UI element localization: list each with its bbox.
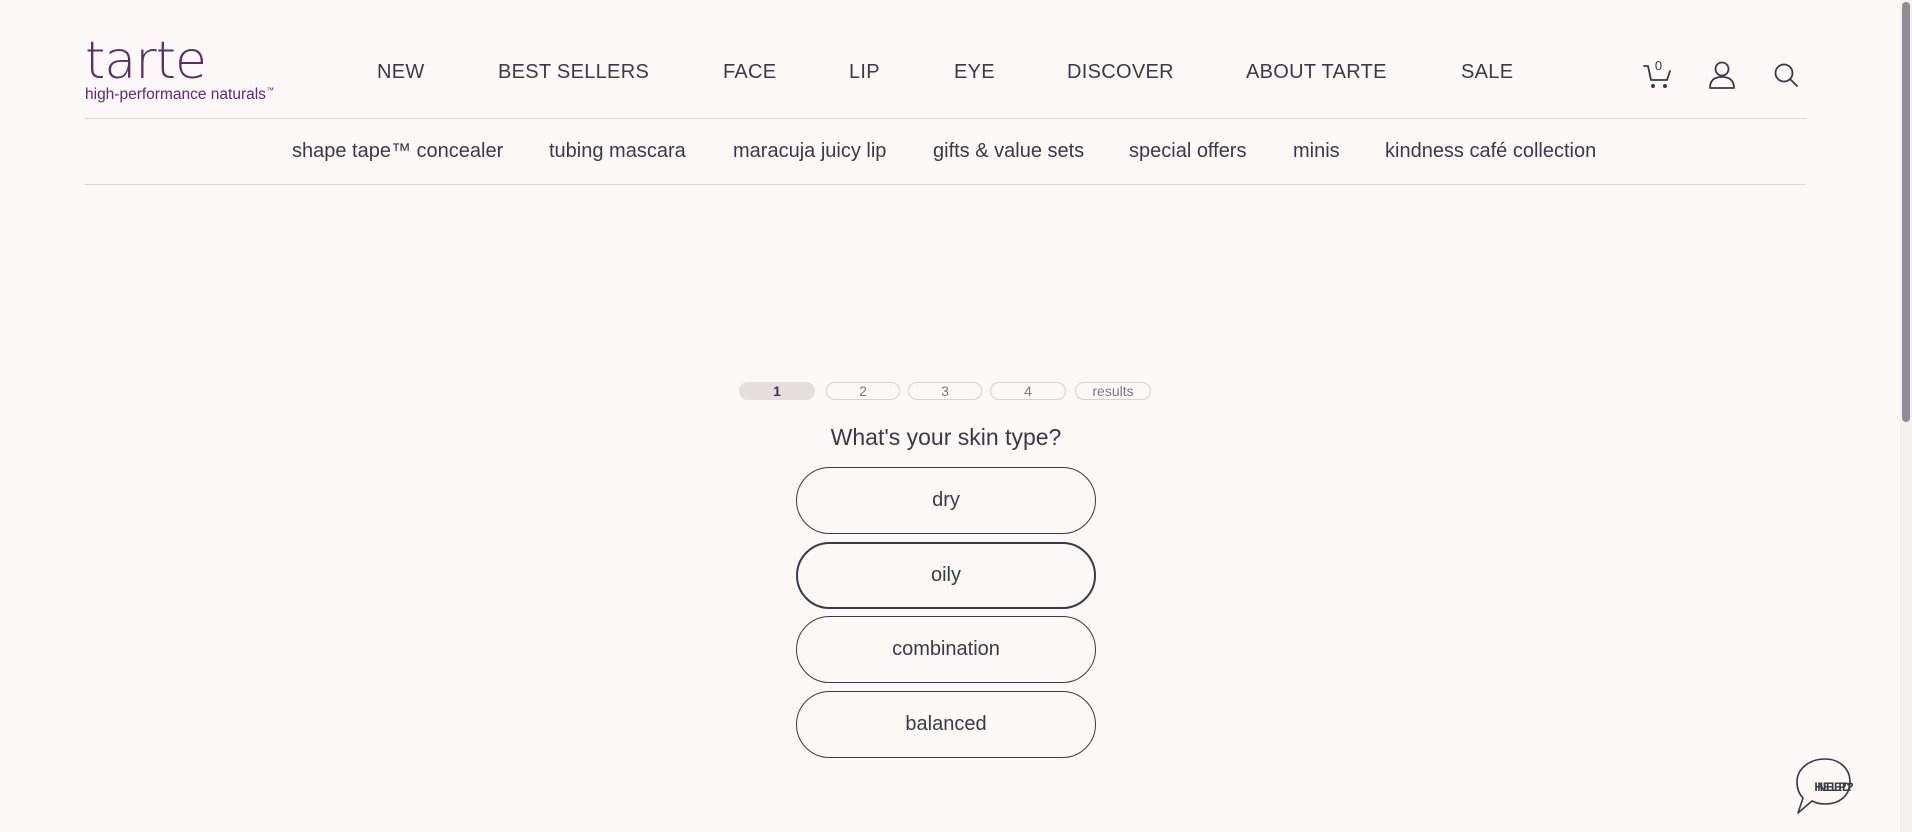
nav-item-sale[interactable]: SALE bbox=[1461, 59, 1513, 85]
account-button[interactable] bbox=[1705, 58, 1739, 92]
nav-item-new[interactable]: NEW bbox=[377, 59, 425, 85]
subnav-item-special-offers[interactable]: special offers bbox=[1129, 139, 1246, 163]
page-scrollbar[interactable] bbox=[1900, 0, 1912, 832]
nav-item-about-tarte[interactable]: ABOUT TARTE bbox=[1246, 59, 1387, 85]
search-icon bbox=[1774, 63, 1798, 87]
quiz-step-2: 2 bbox=[826, 382, 900, 400]
main-nav: NEW BEST SELLERS FACE LIP EYE DISCOVER A… bbox=[85, 59, 1806, 89]
option-oily[interactable]: oily bbox=[796, 542, 1096, 609]
option-dry[interactable]: dry bbox=[796, 467, 1096, 534]
option-combination[interactable]: combination bbox=[796, 616, 1096, 683]
quiz-step-1: 1 bbox=[739, 382, 815, 400]
subnav-item-kindness-cafe[interactable]: kindness café collection bbox=[1385, 139, 1596, 163]
quiz-progress: 1 2 3 4 results bbox=[0, 382, 1912, 402]
quiz-step-results: results bbox=[1075, 382, 1151, 400]
sub-nav: shape tape™ concealer tubing mascara mar… bbox=[85, 119, 1806, 185]
need-help-label: NEED HELP? bbox=[1814, 780, 1854, 794]
search-button[interactable] bbox=[1769, 58, 1803, 92]
cart-count: 0 bbox=[1655, 58, 1662, 73]
need-help-button[interactable]: NEED HELP? bbox=[1793, 757, 1854, 815]
cart-button[interactable]: 0 bbox=[1641, 58, 1675, 92]
nav-item-face[interactable]: FACE bbox=[723, 59, 776, 85]
subnav-item-maracuja-juicy-lip[interactable]: maracuja juicy lip bbox=[733, 139, 886, 163]
nav-item-discover[interactable]: DISCOVER bbox=[1067, 59, 1174, 85]
quiz-step-4: 4 bbox=[990, 382, 1066, 400]
site-header: tarte high-performance naturals™ NEW BES… bbox=[85, 0, 1806, 119]
quiz-question: What's your skin type? bbox=[830, 424, 1062, 450]
nav-item-eye[interactable]: EYE bbox=[954, 59, 995, 85]
user-icon bbox=[1709, 61, 1735, 89]
option-balanced[interactable]: balanced bbox=[796, 691, 1096, 758]
nav-item-best-sellers[interactable]: BEST SELLERS bbox=[498, 59, 649, 85]
subnav-item-minis[interactable]: minis bbox=[1293, 139, 1340, 163]
quiz-step-3: 3 bbox=[908, 382, 982, 400]
nav-item-lip[interactable]: LIP bbox=[849, 59, 880, 85]
subnav-item-gifts-value-sets[interactable]: gifts & value sets bbox=[933, 139, 1084, 163]
subnav-item-tubing-mascara[interactable]: tubing mascara bbox=[549, 139, 686, 163]
scrollbar-thumb[interactable] bbox=[1902, 2, 1910, 422]
cart-icon: 0 bbox=[1643, 58, 1671, 88]
subnav-item-shape-tape[interactable]: shape tape™ concealer bbox=[292, 139, 503, 163]
